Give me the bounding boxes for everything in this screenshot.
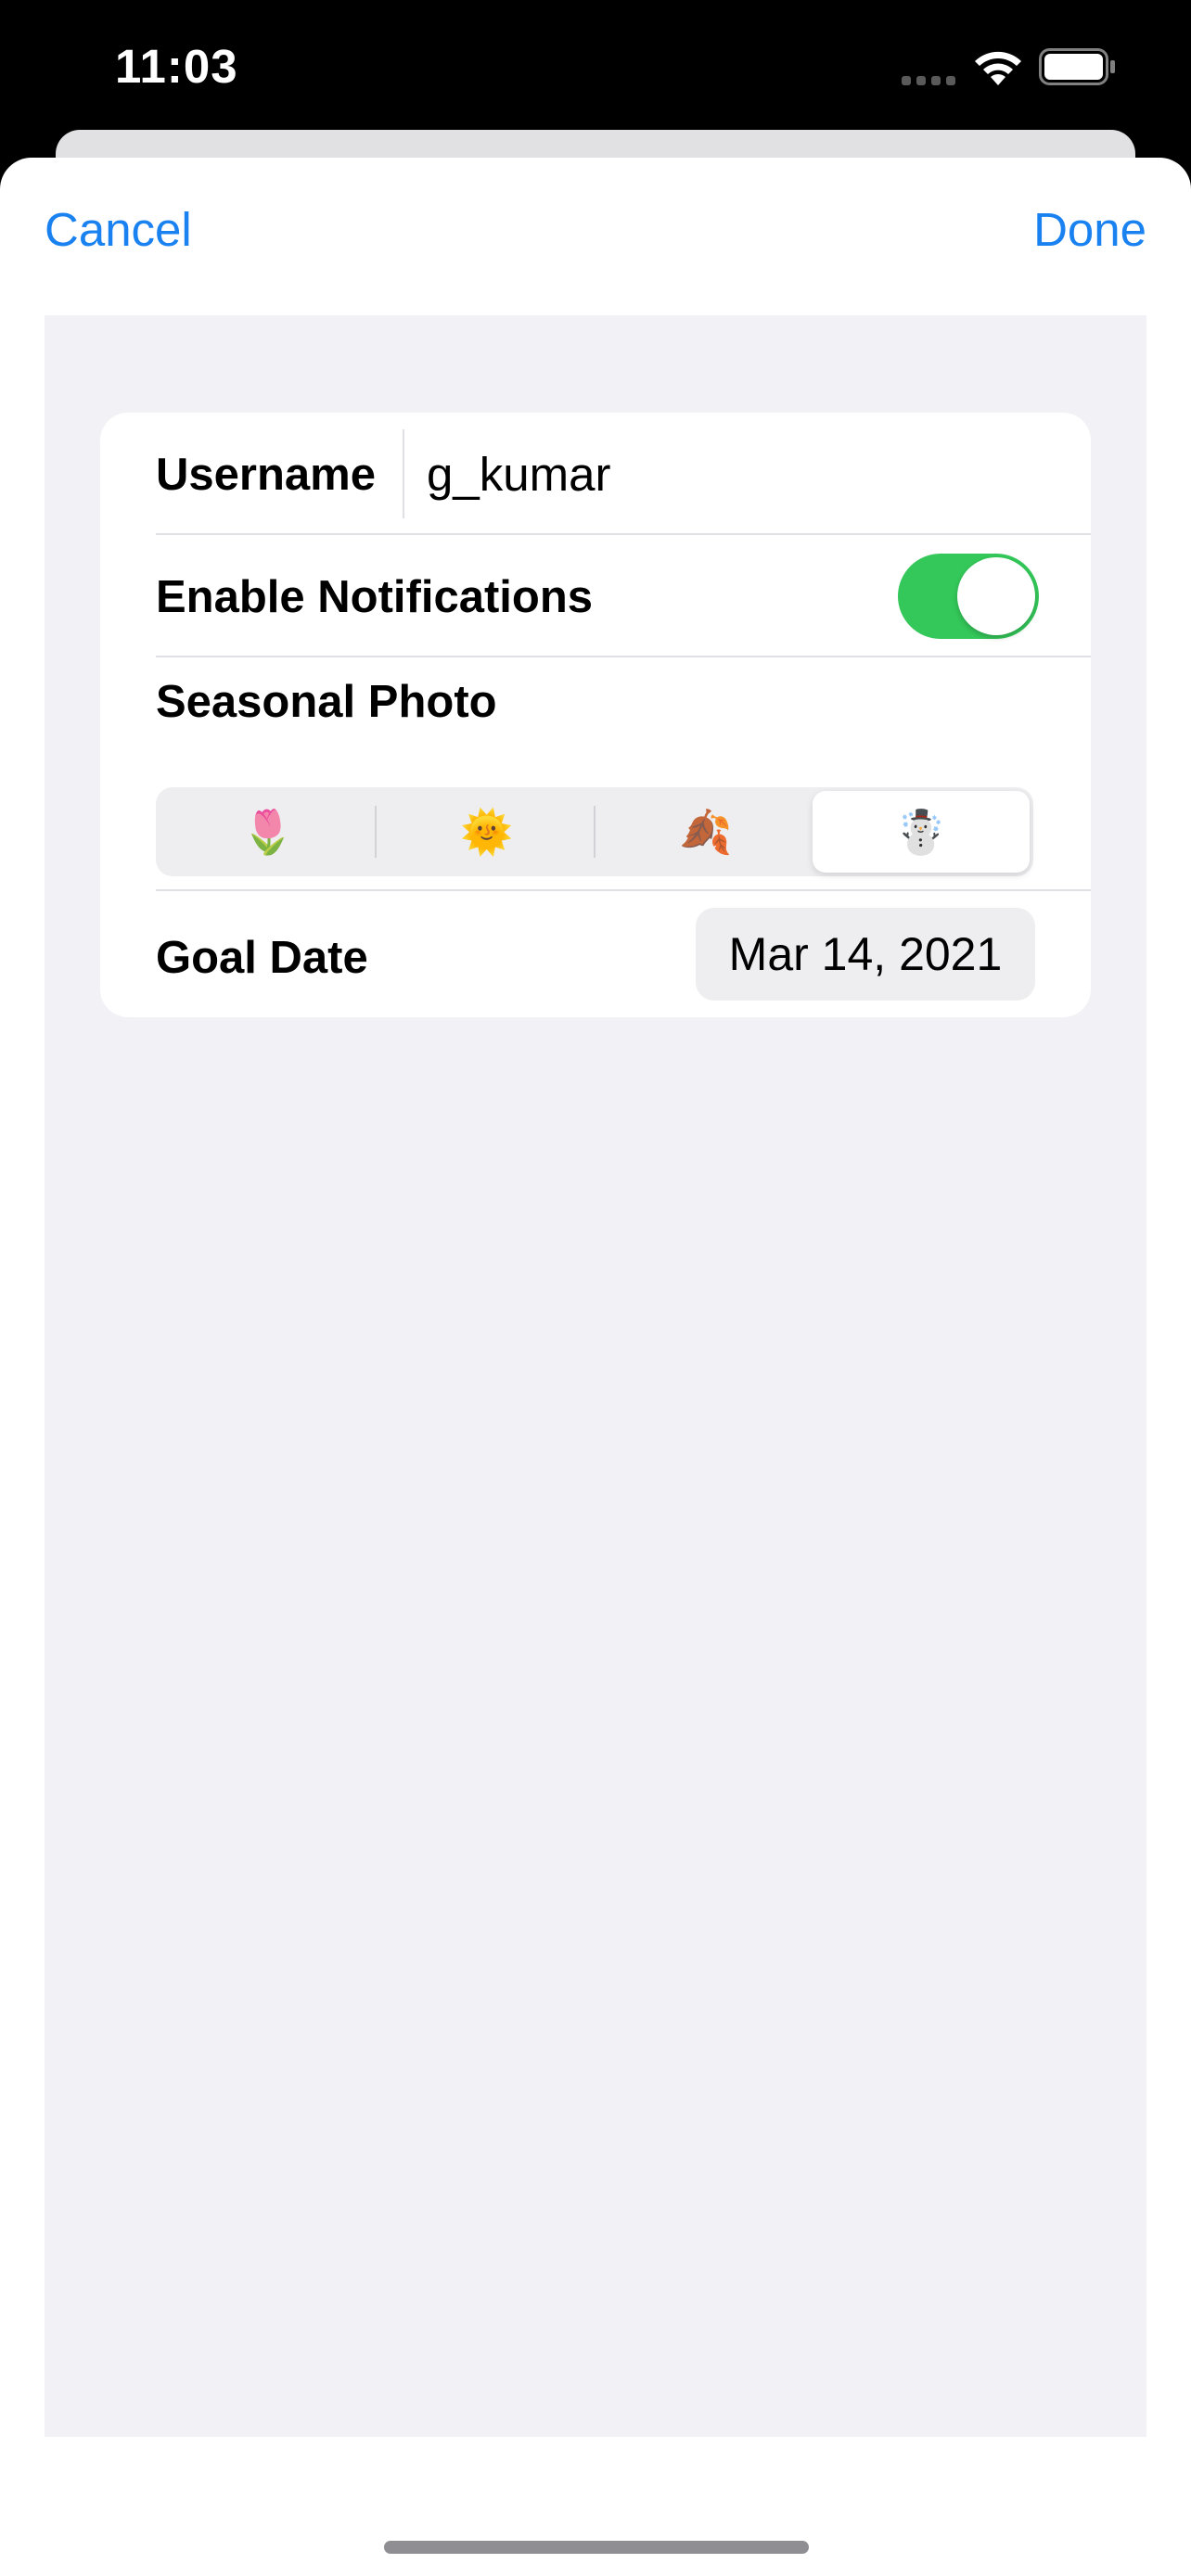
segment-winter[interactable]: ☃️ xyxy=(813,791,1030,873)
notifications-label: Enable Notifications xyxy=(156,572,594,622)
notifications-toggle[interactable] xyxy=(898,554,1039,639)
toggle-knob xyxy=(957,557,1035,635)
leaves-icon: 🍂 xyxy=(679,807,733,856)
field-separator xyxy=(403,429,404,518)
segment-spring[interactable]: 🌷 xyxy=(160,791,377,873)
goal-date-picker[interactable]: Mar 14, 2021 xyxy=(696,908,1035,1001)
snowman-icon: ☃️ xyxy=(894,807,948,856)
segment-summer[interactable]: 🌞 xyxy=(378,791,596,873)
sun-icon: 🌞 xyxy=(460,807,514,856)
battery-icon xyxy=(1039,48,1115,85)
modal-sheet: Cancel Done Username Enable Notification… xyxy=(0,158,1191,2576)
season-segmented-control: 🌷 🌞 🍂 ☃️ xyxy=(156,787,1033,876)
tulip-icon: 🌷 xyxy=(241,807,295,856)
form-area: Username Enable Notifications Seasonal P… xyxy=(45,315,1146,2437)
form-card: Username Enable Notifications Seasonal P… xyxy=(100,413,1091,1017)
home-indicator[interactable] xyxy=(384,2541,809,2554)
wifi-icon xyxy=(975,51,1021,85)
signal-icon xyxy=(902,74,957,85)
goal-date-row: Goal Date Mar 14, 2021 xyxy=(100,891,1091,1017)
username-row: Username xyxy=(100,413,1091,535)
username-label: Username xyxy=(156,450,376,500)
seasonal-photo-row: Seasonal Photo 🌷 🌞 🍂 ☃️ xyxy=(100,657,1091,891)
status-time: 11:03 xyxy=(115,40,238,93)
seasonal-photo-label: Seasonal Photo xyxy=(156,677,497,727)
segment-divider xyxy=(594,806,596,858)
username-input[interactable] xyxy=(427,440,1039,507)
cancel-button[interactable]: Cancel xyxy=(45,202,192,257)
done-button[interactable]: Done xyxy=(1033,202,1146,257)
notifications-row: Enable Notifications xyxy=(100,535,1091,657)
goal-date-label: Goal Date xyxy=(156,933,368,983)
segment-divider xyxy=(375,806,377,858)
segment-autumn[interactable]: 🍂 xyxy=(597,791,814,873)
status-bar: 11:03 xyxy=(0,0,1191,139)
